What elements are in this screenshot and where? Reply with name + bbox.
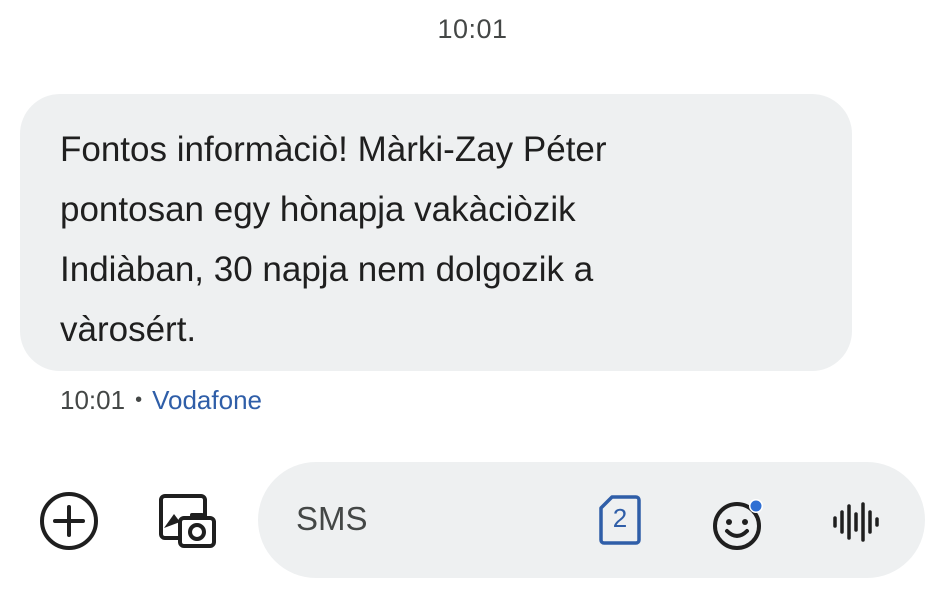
- message-carrier: Vodafone: [152, 385, 262, 415]
- voice-waveform-icon: [833, 502, 879, 542]
- message-bubble[interactable]: Fontos informàciò! Màrki-Zay Péter ponto…: [20, 94, 852, 371]
- emoji-icon: [713, 499, 763, 550]
- conversation-timestamp: 10:01: [437, 14, 508, 44]
- message-time: 10:01: [60, 385, 126, 415]
- plus-circle-icon: [40, 492, 98, 550]
- emoji-button[interactable]: [710, 496, 766, 552]
- meta-separator: •: [135, 389, 143, 411]
- message-compose-field[interactable]: SMS 2: [258, 462, 925, 578]
- gallery-camera-icon: [159, 494, 216, 548]
- message-meta: 10:01 • Vodafone: [60, 385, 262, 416]
- message-text: Fontos informàciò! Màrki-Zay Péter ponto…: [60, 130, 607, 349]
- gallery-button[interactable]: [154, 488, 220, 554]
- voice-message-button[interactable]: [831, 502, 879, 542]
- add-attachment-button[interactable]: [38, 490, 100, 552]
- compose-placeholder: SMS: [296, 500, 368, 537]
- sim-number: 2: [612, 503, 628, 533]
- sim-select-button[interactable]: 2: [598, 494, 642, 546]
